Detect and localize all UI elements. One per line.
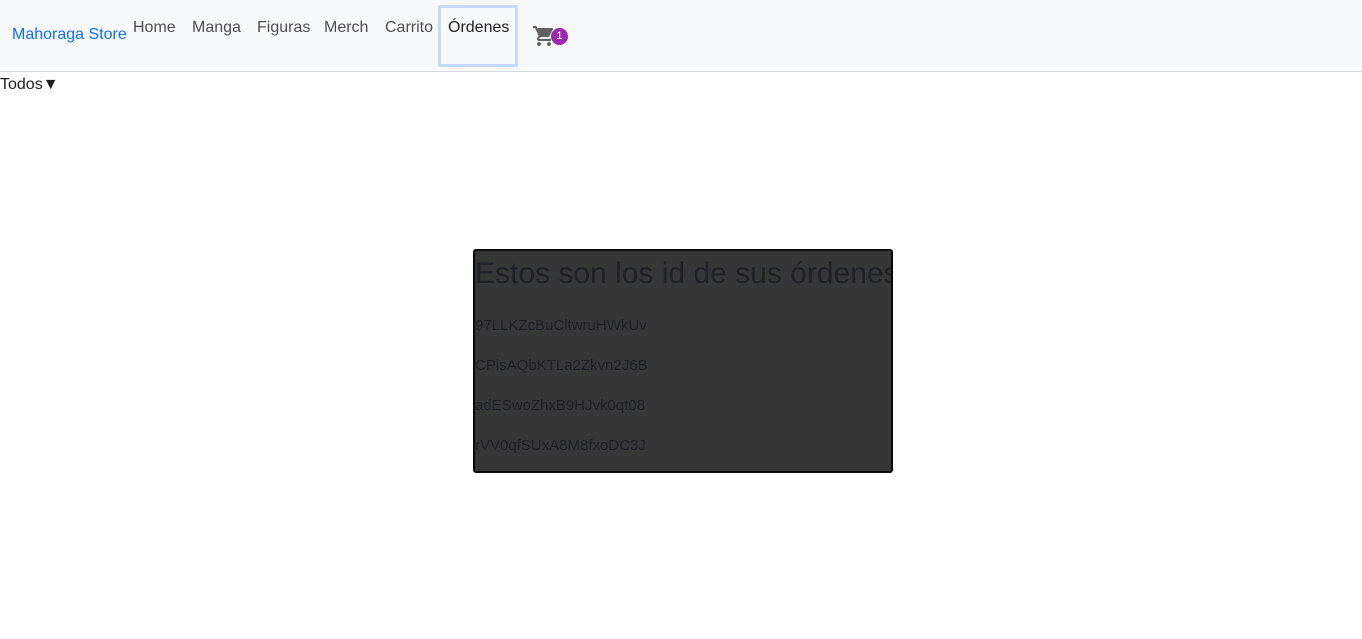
nav-link-ordenes[interactable]: Órdenes (448, 19, 509, 37)
filter-dropdown[interactable]: Todos▼ (0, 76, 59, 94)
nav-link-merch[interactable]: Merch (324, 19, 368, 37)
order-id-item: CPisAQbKTLa2Zkvn2J6B (475, 357, 648, 374)
orders-title: Estos son los id de sus órdenes: (475, 257, 893, 290)
navbar: Mahoraga Store Home Manga Figuras Merch … (0, 0, 1362, 72)
nav-link-manga[interactable]: Manga (192, 19, 241, 37)
nav-link-figuras[interactable]: Figuras (257, 19, 310, 37)
filter-label: Todos (0, 76, 43, 93)
nav-link-home[interactable]: Home (133, 19, 176, 37)
order-id-item: 97LLKZcBuCltwruHWkUv (475, 317, 647, 334)
caret-down-icon: ▼ (42, 76, 59, 93)
cart-count-badge: 1 (551, 28, 568, 45)
brand-link[interactable]: Mahoraga Store (12, 26, 127, 44)
order-id-item: adESwoZhxB9HJvk0qt08 (475, 397, 646, 414)
cart-button[interactable]: 1 (532, 24, 572, 50)
order-id-item: rVV0qfSUxA8M8fxoDC3J (475, 437, 646, 454)
orders-panel: Estos son los id de sus órdenes: 97LLKZc… (473, 249, 893, 473)
nav-link-carrito[interactable]: Carrito (385, 19, 433, 37)
